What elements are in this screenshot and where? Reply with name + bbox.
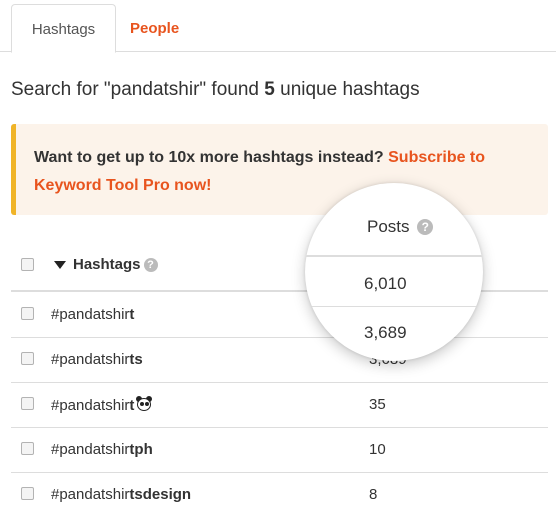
column-header-posts-label: Posts	[367, 217, 410, 236]
hashtag-prefix: #pandatshir	[51, 486, 130, 503]
promo-text: Want to get up to 10x more hashtags inst…	[34, 149, 389, 166]
summary-suffix: unique hashtags	[274, 79, 420, 100]
upgrade-banner: Want to get up to 10x more hashtags inst…	[11, 124, 548, 215]
panda-face-icon	[135, 396, 153, 412]
hashtag-prefix: #pandatshir	[51, 351, 130, 368]
column-header-hashtags[interactable]: Hashtags?	[73, 256, 158, 273]
hashtag-text: #pandatshirts	[51, 351, 143, 368]
table-row: #pandatshirts 3,689	[11, 338, 548, 383]
hashtag-suffix: tsdesign	[129, 486, 192, 503]
hashtag-text: #pandatshirt	[51, 396, 153, 414]
magnified-posts-count: 3,689	[364, 323, 407, 342]
hashtag-text: #pandatshirtsdesign	[51, 486, 191, 503]
tab-bar: Hashtags People	[0, 0, 556, 53]
posts-count: 10	[369, 441, 386, 458]
posts-count: 35	[369, 396, 386, 413]
column-header-posts[interactable]: Posts ?	[367, 217, 434, 237]
row-checkbox[interactable]	[21, 442, 34, 455]
hashtag-suffix: t	[129, 397, 135, 414]
posts-count: 8	[369, 486, 378, 503]
row-checkbox[interactable]	[21, 397, 34, 410]
select-all-checkbox[interactable]	[21, 258, 34, 271]
posts-column-magnifier: Posts ? 6,010 3,689	[305, 183, 483, 361]
hashtag-prefix: #pandatshir	[51, 441, 130, 458]
tab-people[interactable]: People	[130, 4, 190, 53]
help-icon[interactable]: ?	[143, 258, 158, 272]
row-checkbox[interactable]	[21, 352, 34, 365]
table-row: #pandatshirtph 10	[11, 428, 548, 473]
row-checkbox[interactable]	[21, 307, 34, 320]
results-summary: Search for "pandatshir" found 5 unique h…	[11, 79, 420, 101]
table-row: #pandatshirt 35	[11, 383, 548, 428]
hashtag-text: #pandatshirt	[51, 306, 134, 323]
hashtag-suffix: t	[129, 306, 135, 323]
row-checkbox[interactable]	[21, 487, 34, 500]
summary-count: 5	[264, 79, 275, 100]
help-icon[interactable]: ?	[417, 219, 434, 235]
header-divider	[305, 255, 483, 257]
hashtag-prefix: #pandatshir	[51, 306, 130, 323]
summary-prefix: Search for "pandatshir" found	[11, 79, 265, 100]
column-header-hashtags-label: Hashtags	[73, 256, 141, 273]
magnified-posts-count: 6,010	[364, 274, 407, 293]
tab-hashtags[interactable]: Hashtags	[11, 4, 116, 53]
hashtag-text: #pandatshirtph	[51, 441, 153, 458]
table-row: #pandatshirtsdesign 8	[11, 473, 548, 508]
hashtag-suffix: tph	[129, 441, 153, 458]
sort-desc-icon[interactable]	[54, 261, 66, 269]
row-divider	[305, 306, 483, 307]
hashtag-suffix: ts	[129, 351, 143, 368]
hashtag-prefix: #pandatshir	[51, 397, 130, 414]
